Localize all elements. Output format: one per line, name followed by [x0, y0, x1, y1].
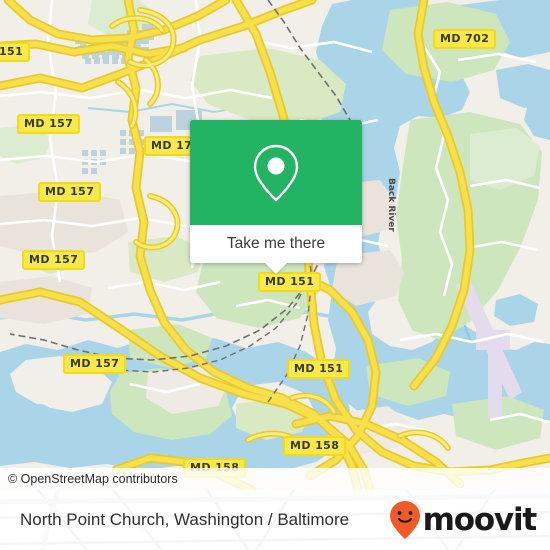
road-shield[interactable]: MD 157	[63, 354, 127, 374]
road-shield[interactable]: MD 157	[22, 250, 86, 270]
road-shield[interactable]: MD 151	[258, 272, 322, 292]
water-label-back-river: Back River	[386, 178, 396, 232]
road-shield[interactable]: MD 157	[17, 114, 81, 134]
road-shield[interactable]: 151	[0, 42, 31, 62]
location-popup-card[interactable]: Take me there	[190, 120, 362, 274]
map-attribution: © OpenStreetMap contributors	[0, 468, 550, 490]
take-me-there-label: Take me there	[226, 235, 326, 252]
moovit-smiley-pin-icon	[389, 501, 420, 539]
road-shield[interactable]: MD 151	[287, 359, 351, 379]
attribution-text: © OpenStreetMap contributors	[8, 472, 178, 486]
footer-bar: North Point Church, Washington / Baltimo…	[0, 490, 550, 550]
road-shield[interactable]: MD 702	[433, 29, 497, 49]
water-label-text: Back River	[386, 178, 396, 232]
page-title: North Point Church, Washington / Baltimo…	[20, 510, 350, 529]
moovit-wordmark: moovit	[422, 501, 538, 538]
popup-pointer-triangle	[265, 263, 287, 274]
map-canvas[interactable]: Back River 151 MD 702 MD 157 MD 171 MD 1…	[0, 0, 550, 490]
popup-header	[190, 120, 362, 225]
road-shield[interactable]: MD 158	[283, 436, 347, 456]
road-shield[interactable]: MD 157	[38, 182, 102, 202]
take-me-there-button[interactable]: Take me there	[190, 225, 362, 263]
map-pin-icon	[253, 144, 299, 202]
moovit-map-screenshot: Back River 151 MD 702 MD 157 MD 171 MD 1…	[0, 0, 550, 550]
moovit-logo[interactable]: moovit	[388, 500, 538, 540]
